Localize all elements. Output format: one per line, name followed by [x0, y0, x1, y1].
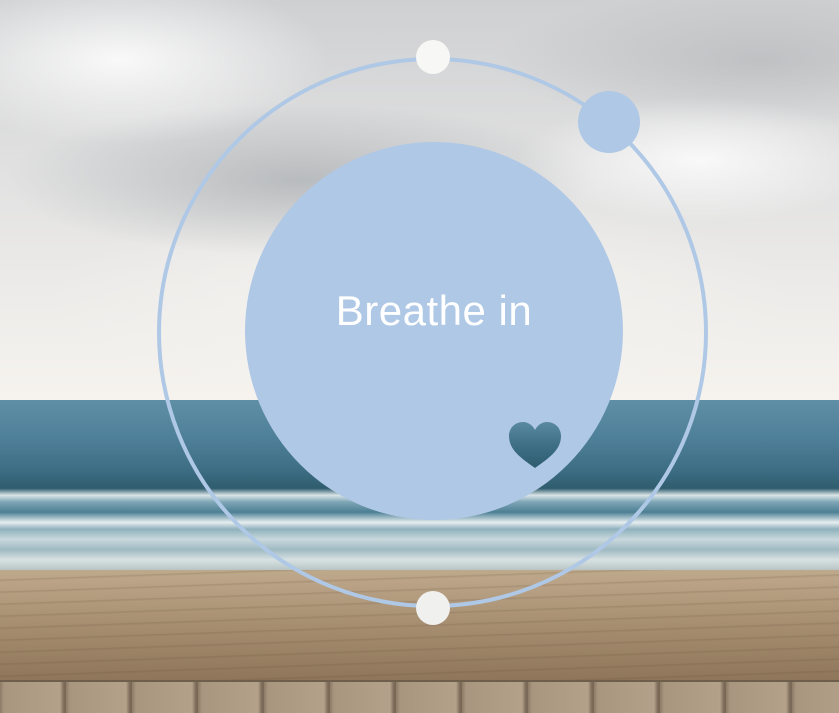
progress-indicator-dot [578, 91, 640, 153]
top-marker-dot [416, 40, 450, 74]
breath-instruction-label: Breathe in [335, 287, 533, 334]
breathing-circle[interactable]: Breathe in [245, 142, 623, 520]
heart-icon [509, 422, 561, 468]
boardwalk [0, 680, 839, 713]
bottom-marker-dot [416, 591, 450, 625]
